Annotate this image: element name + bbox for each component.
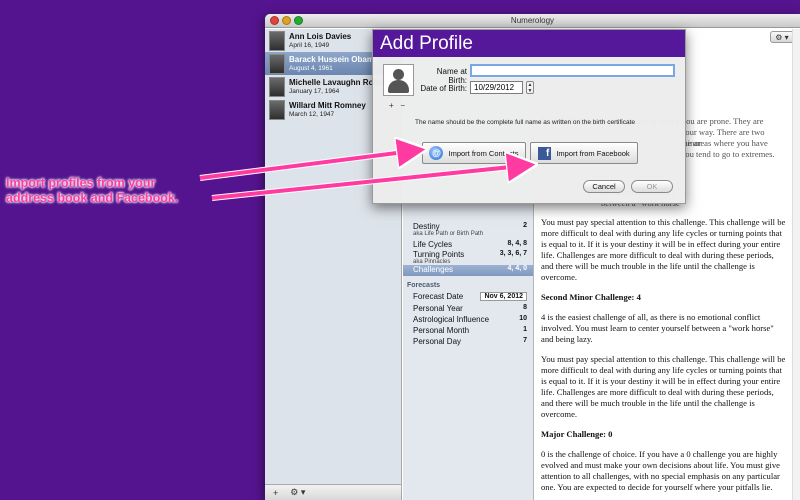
import-contacts-button[interactable]: @ Import from Contacts bbox=[422, 142, 526, 164]
sidebar-bottom-bar: + ⚙ ▾ bbox=[265, 484, 401, 500]
row-value: 8 bbox=[523, 304, 527, 311]
row-value: 10 bbox=[519, 315, 527, 322]
callout-line: Import profiles from your bbox=[6, 176, 156, 190]
avatar bbox=[269, 76, 285, 97]
row-value: 4, 4, 0 bbox=[507, 265, 527, 272]
avatar bbox=[269, 53, 285, 74]
row-value: 1 bbox=[523, 326, 527, 333]
photo-well[interactable] bbox=[383, 64, 414, 96]
row-label: Destiny bbox=[413, 222, 440, 231]
name-hint: The name should be the complete full nam… bbox=[415, 119, 636, 126]
row-label: Challenges bbox=[413, 265, 454, 274]
forecast-date-field[interactable]: Nov 6, 2012 bbox=[480, 292, 527, 301]
window-controls bbox=[270, 16, 303, 25]
window-title: Numerology bbox=[510, 16, 555, 25]
content-text-line: you tend to go to extremes. bbox=[681, 149, 775, 159]
profile-name: Ann Lois Davies bbox=[289, 31, 352, 41]
facebook-icon: f bbox=[538, 146, 552, 160]
row-sublabel: aka Life Path or Birth Path bbox=[413, 231, 484, 237]
zoom-window-button[interactable] bbox=[294, 16, 303, 25]
row-label: Personal Month bbox=[413, 326, 470, 335]
avatar bbox=[269, 99, 285, 120]
remove-photo-button[interactable]: − bbox=[400, 101, 405, 110]
import-facebook-button[interactable]: f Import from Facebook bbox=[530, 142, 638, 164]
row-label: Personal Year bbox=[413, 304, 463, 313]
row-destiny[interactable]: Destiny aka Life Path or Birth Path 2 bbox=[403, 222, 533, 237]
gear-icon[interactable]: ⚙ ▾ bbox=[770, 31, 794, 43]
paragraph: You must pay special attention to this c… bbox=[541, 217, 786, 282]
row-label: Astrological Influence bbox=[413, 315, 490, 324]
callout-text: Import profiles from your address book a… bbox=[6, 176, 206, 206]
row-forecast-date[interactable]: Forecast Date Nov 6, 2012 bbox=[403, 292, 533, 301]
close-window-button[interactable] bbox=[270, 16, 279, 25]
add-profile-icon[interactable]: + bbox=[273, 488, 278, 498]
minimize-window-button[interactable] bbox=[282, 16, 291, 25]
row-label: Turning Points bbox=[413, 250, 465, 259]
add-profile-sheet: Add Profile + − Name at Birth: Date of B… bbox=[372, 29, 686, 204]
challenge-description: You must pay special attention to this c… bbox=[541, 217, 786, 500]
row-astrological-influence[interactable]: Astrological Influence 10 bbox=[403, 315, 533, 324]
row-turning-points[interactable]: Turning Points aka Pinnacles 3, 3, 6, 7 bbox=[403, 250, 533, 265]
paragraph: 4 is the easiest challenge of all, as th… bbox=[541, 312, 774, 344]
title-bar[interactable]: Numerology bbox=[265, 14, 800, 28]
at-sign-icon: @ bbox=[429, 146, 444, 160]
row-personal-month[interactable]: Personal Month 1 bbox=[403, 326, 533, 335]
profile-date: August 4, 1961 bbox=[289, 64, 333, 72]
row-challenges[interactable]: Challenges 4, 4, 0 bbox=[403, 265, 533, 276]
challenge-heading: Major Challenge: 0 bbox=[541, 429, 613, 439]
forecasts-section-header: Forecasts bbox=[407, 282, 441, 289]
row-personal-year[interactable]: Personal Year 8 bbox=[403, 304, 533, 313]
button-label: Import from Contacts bbox=[448, 148, 519, 158]
callout-line: address book and Facebook. bbox=[6, 191, 179, 205]
gear-menu-icon[interactable]: ⚙ ▾ bbox=[290, 487, 305, 498]
paragraph: 0 is the challenge of choice. If you hav… bbox=[541, 449, 780, 492]
row-value: 3, 3, 6, 7 bbox=[499, 250, 527, 257]
content-text-line: the areas where you have bbox=[681, 138, 768, 148]
row-value: 8, 4, 8 bbox=[507, 240, 527, 247]
sheet-title: Add Profile bbox=[373, 30, 685, 57]
cancel-button[interactable]: Cancel bbox=[583, 180, 625, 193]
date-label: Date of Birth: bbox=[420, 84, 467, 93]
photo-controls: + − bbox=[389, 101, 405, 110]
add-photo-button[interactable]: + bbox=[389, 101, 394, 110]
name-label: Name at Birth: bbox=[436, 67, 467, 85]
row-label: Forecast Date bbox=[413, 292, 464, 301]
row-life-cycles[interactable]: Life Cycles 8, 4, 8 bbox=[403, 240, 533, 249]
profile-date: April 16, 1949 bbox=[289, 41, 330, 49]
row-value: 2 bbox=[523, 222, 527, 229]
row-personal-day[interactable]: Personal Day 7 bbox=[403, 337, 533, 346]
profile-name: Willard Mitt Romney bbox=[289, 100, 366, 110]
content-scrollbar[interactable] bbox=[792, 29, 800, 500]
avatar bbox=[269, 30, 285, 51]
row-label: Life Cycles bbox=[413, 240, 453, 249]
name-at-birth-input[interactable] bbox=[470, 64, 675, 77]
challenge-heading: Second Minor Challenge: 4 bbox=[541, 292, 641, 302]
person-silhouette-icon bbox=[393, 69, 404, 80]
button-label: Import from Facebook bbox=[556, 148, 630, 158]
paragraph: You must pay special attention to this c… bbox=[541, 354, 786, 419]
date-of-birth-field[interactable]: 10/29/2012 bbox=[470, 81, 523, 94]
profile-name: Barack Hussein Obama bbox=[289, 54, 379, 64]
profile-date: March 12, 1947 bbox=[289, 110, 335, 118]
row-value: 7 bbox=[523, 337, 527, 344]
date-stepper[interactable]: ▲ ▼ bbox=[526, 81, 534, 94]
ok-button[interactable]: OK bbox=[631, 180, 673, 193]
row-label: Personal Day bbox=[413, 337, 462, 346]
